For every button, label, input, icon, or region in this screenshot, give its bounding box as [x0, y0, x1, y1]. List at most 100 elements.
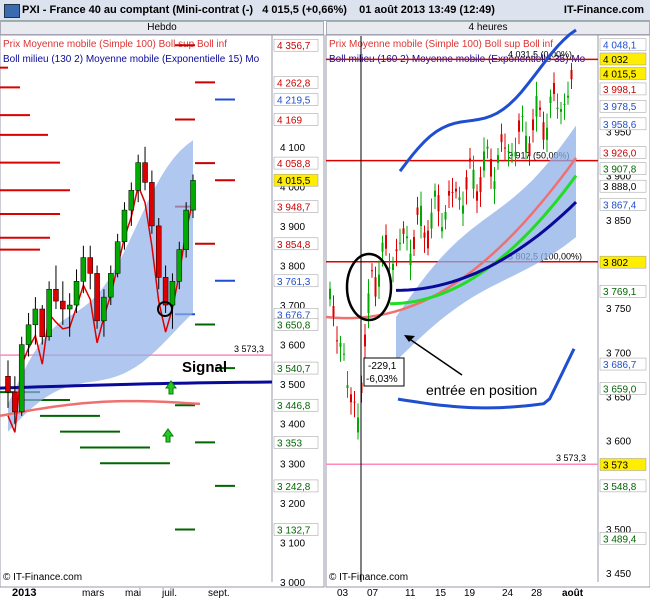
weekly-candle-body [60, 300, 66, 310]
weekly-x-tick: juil. [161, 588, 177, 599]
weekly-price-tag: 3 132,7 [277, 525, 311, 536]
4h-candle-body [385, 234, 387, 249]
4h-candle-body [434, 190, 436, 197]
4h-candle-body [336, 340, 338, 342]
4h-price-tag: 3 958,6 [603, 120, 637, 131]
4h-candle-body [455, 188, 457, 192]
weekly-x-tick: mai [125, 588, 141, 599]
charts-svg[interactable]: Prix Moyenne mobile (Simple 100) Boll su… [0, 0, 650, 600]
weekly-y-tick: 3 300 [280, 459, 305, 470]
4h-candle-body [539, 107, 541, 110]
4h-footer: © IT-Finance.com [329, 572, 408, 583]
4h-candle-body [483, 151, 485, 171]
4h-candle-body [570, 70, 573, 80]
4h-candle-body [353, 401, 356, 403]
weekly-level-label: 3 573,3 [234, 344, 264, 354]
4h-x-tick: 11 [405, 588, 416, 599]
4h-candle-body [553, 83, 555, 95]
4h-candle-body [329, 288, 331, 300]
weekly-price-tag: 3 242,8 [277, 482, 311, 493]
4h-price-tag: 4 048,1 [603, 41, 637, 52]
weekly-candle-body [176, 249, 183, 282]
4h-price-tag: 3 998,1 [603, 85, 637, 96]
4h-candle-body [490, 159, 492, 177]
weekly-candle-body [108, 273, 114, 298]
weekly-candle-body [53, 288, 59, 302]
weekly-candle-body [80, 257, 87, 282]
4h-candle-body [392, 263, 394, 271]
4h-price-tag: 4 032 [603, 55, 628, 66]
4h-price-tag: 3 686,7 [603, 360, 637, 371]
4h-price-tag: 3 907,8 [603, 165, 637, 176]
4h-candle-body [409, 253, 412, 266]
weekly-price-tag: 4 262,8 [277, 78, 311, 89]
weekly-y-tick: 3 900 [280, 222, 305, 233]
weekly-candle-body [39, 308, 46, 337]
weekly-candle-body [128, 190, 135, 211]
weekly-y-tick: 3 800 [280, 261, 305, 272]
4h-candle-body [423, 232, 426, 238]
weekly-price-tag: 4 219,5 [277, 96, 311, 107]
weekly-candle-body [66, 304, 73, 310]
4h-y-tick: 3 700 [606, 348, 631, 359]
weekly-signal-label: Signal [182, 359, 227, 376]
4h-price-tag: 3 867,4 [603, 200, 637, 211]
weekly-y-tick: 3 400 [280, 420, 305, 431]
4h-candle-body [556, 107, 559, 110]
weekly-candle-body [190, 180, 196, 211]
weekly-price-tag: 3 446,8 [277, 401, 311, 412]
4h-price-tag: 3 769,1 [603, 287, 637, 298]
4h-x-tick: 03 [337, 588, 349, 599]
weekly-y-tick: 3 200 [280, 499, 305, 510]
weekly-candle-body [155, 225, 162, 278]
4h-entry-label: entrée en position [426, 382, 537, 398]
weekly-price-tag: 3 854,8 [277, 240, 311, 251]
weekly-footer: © IT-Finance.com [3, 572, 82, 583]
4h-candle-body [486, 146, 489, 149]
4h-candle-body [437, 195, 440, 212]
4h-candle-body [399, 242, 401, 244]
4h-candle-body [406, 236, 408, 239]
4h-candle-body [350, 394, 352, 403]
4h-price-tag: 3 489,4 [603, 534, 637, 545]
4h-price-tag: 3 978,5 [603, 102, 637, 113]
weekly-y-tick: 3 000 [280, 578, 305, 589]
4h-candle-body [507, 151, 510, 153]
4h-candle-body [458, 197, 461, 201]
weekly-candle-body [169, 281, 176, 306]
weekly-candle-body [183, 209, 189, 250]
4h-candle-body [532, 119, 534, 131]
4h-candle-body [518, 120, 520, 132]
4h-candle-body [542, 122, 545, 140]
4h-candle-body [378, 274, 380, 287]
4h-delta-points: -229,1 [368, 361, 397, 372]
4h-candle-body [521, 116, 524, 118]
4h-x-tick: août [562, 588, 584, 599]
weekly-candle-body [25, 324, 32, 345]
4h-x-tick: 15 [435, 588, 447, 599]
weekly-candle-body [142, 162, 148, 183]
weekly-price-tag: 3 650,8 [277, 321, 311, 332]
4h-candle-body [388, 267, 391, 269]
weekly-candle-body [149, 182, 155, 227]
weekly-candle-body [162, 277, 169, 306]
4h-x-tick: 07 [367, 588, 379, 599]
4h-candle-body [343, 353, 345, 355]
4h-candle-body [374, 277, 377, 297]
4h-price-tag: 3 802 [603, 258, 628, 269]
4h-y-tick: 3 450 [606, 569, 631, 580]
4h-price-tag: 3 926,0 [603, 149, 637, 160]
4h-candle-body [528, 143, 531, 157]
4h-candle-body [500, 134, 503, 143]
4h-candle-body [476, 191, 478, 201]
weekly-candle-body [5, 376, 11, 393]
4h-y-tick: 3 750 [606, 304, 631, 315]
4h-candle-body [346, 385, 349, 389]
4h-candle-body [448, 190, 450, 196]
weekly-y-tick: 3 500 [280, 380, 305, 391]
4h-delta-percent: -6,03% [366, 374, 398, 385]
4h-price-tag: 3 548,8 [603, 482, 637, 493]
4h-candle-body [444, 212, 447, 220]
4h-candle-body [479, 177, 482, 192]
4h-candle-body [525, 135, 527, 153]
